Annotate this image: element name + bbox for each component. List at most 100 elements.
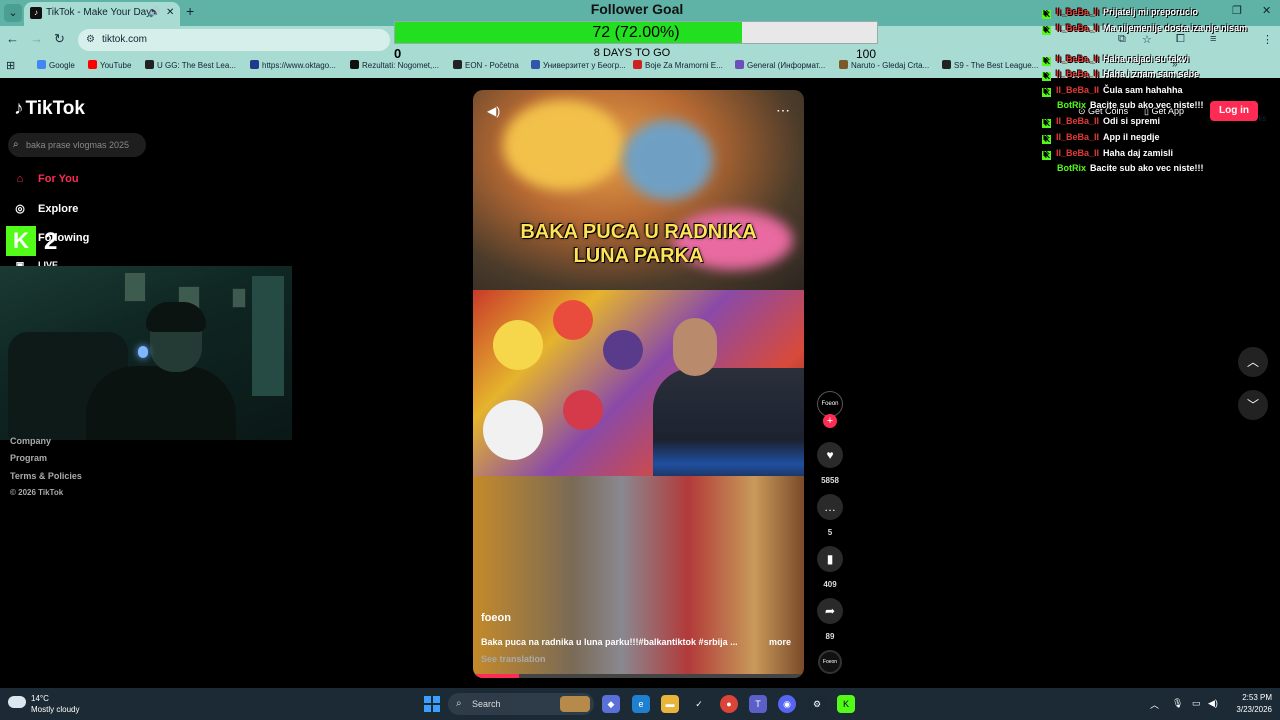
- footer-program[interactable]: Program: [10, 453, 47, 463]
- nav-explore[interactable]: ◎ Explore: [12, 202, 78, 215]
- teams-icon[interactable]: T: [749, 695, 767, 713]
- forward-icon[interactable]: →: [30, 31, 43, 46]
- bookmark-favicon-icon: [37, 60, 46, 69]
- kick-badge-icon: K: [1042, 119, 1051, 128]
- chat-message: K II_BeBa_II App il negdje: [1042, 132, 1160, 144]
- bookmark-label: Rezultati: Nogomet,...: [362, 61, 439, 70]
- kick-app-icon[interactable]: K: [837, 695, 855, 713]
- browser-tab[interactable]: ♪ TikTok - Make Your Day 🔊 ✕: [24, 2, 180, 26]
- follower-goal-max: 100: [856, 47, 877, 61]
- blurred-plush: [623, 120, 713, 200]
- search-icon: ⌕: [456, 698, 462, 709]
- man-head: [673, 318, 717, 376]
- footer-company[interactable]: Company: [10, 436, 51, 446]
- kick-overlay-number: 2: [44, 228, 58, 255]
- restore-window-icon[interactable]: ❐: [1232, 4, 1242, 17]
- footer-terms[interactable]: Terms & Policies: [10, 471, 82, 481]
- previous-video-button[interactable]: ︿: [1238, 347, 1268, 377]
- bookmark-favicon-icon: [942, 60, 951, 69]
- copilot-icon[interactable]: ◆: [602, 695, 620, 713]
- next-video-button[interactable]: ﹀: [1238, 390, 1268, 420]
- windows-taskbar: 14°C Mostly cloudy ⌕ Search ◆ e ▬ ✓ ● T …: [0, 688, 1280, 720]
- bookmark-label: https://www.oktago...: [262, 61, 336, 70]
- taskbar-search[interactable]: ⌕ Search: [448, 693, 594, 715]
- tray-chevron-icon[interactable]: ︿: [1150, 698, 1159, 711]
- bookmark-item[interactable]: Google: [37, 60, 75, 70]
- description-more-link[interactable]: more: [769, 637, 791, 647]
- bookmark-item[interactable]: Naruto - Gledaj Crta...: [839, 60, 929, 70]
- login-button[interactable]: Log in: [1210, 101, 1258, 121]
- start-button[interactable]: [424, 696, 440, 712]
- tab-search-button[interactable]: ⌄: [4, 4, 22, 22]
- new-tab-button[interactable]: +: [186, 3, 194, 19]
- search-input[interactable]: ⌕ baka prase vlogmas 2025: [8, 133, 146, 157]
- windows-logo-icon: [424, 705, 431, 712]
- bookmark-item[interactable]: S9 - The Best League...: [942, 60, 1038, 70]
- site-info-icon[interactable]: ⚙: [86, 29, 95, 51]
- address-bar[interactable]: ⚙ tiktok.com: [78, 29, 390, 51]
- chat-text: Ma nijemenije dosta iza nje nisam: [1103, 23, 1248, 33]
- close-window-icon[interactable]: ✕: [1262, 4, 1271, 17]
- save-button[interactable]: ▮: [817, 546, 843, 572]
- tiktok-logo-text: TikTok: [25, 98, 85, 119]
- sound-disc[interactable]: Foeon: [818, 650, 842, 674]
- video-frame-bottom: [473, 476, 804, 678]
- chat-message: K II_BeBa_II Haha najaci su takvi: [1042, 54, 1189, 66]
- audio-icon[interactable]: 🔊: [148, 2, 160, 24]
- comment-button[interactable]: …: [817, 494, 843, 520]
- menu-icon[interactable]: ⋮: [1262, 33, 1273, 46]
- microphone-icon[interactable]: 🎙: [1172, 698, 1183, 709]
- windows-logo-icon: [433, 705, 440, 712]
- video-progress-bar[interactable]: [473, 674, 804, 678]
- reload-icon[interactable]: ↻: [54, 31, 65, 47]
- store-icon[interactable]: ✓: [690, 695, 708, 713]
- chat-username: II_BeBa_II: [1056, 23, 1100, 33]
- tab-close-icon[interactable]: ✕: [166, 2, 174, 24]
- bookmark-item[interactable]: https://www.oktago...: [250, 60, 336, 70]
- steam-icon[interactable]: ⚙: [808, 695, 826, 713]
- compass-icon: ◎: [15, 203, 25, 215]
- bookmark-item[interactable]: EON - Početna: [453, 60, 519, 70]
- volume-icon[interactable]: ◀): [487, 104, 500, 118]
- bookmark-item[interactable]: Rezultati: Nogomet,...: [350, 60, 439, 70]
- bookmark-item[interactable]: General (Информат...: [735, 60, 825, 70]
- back-icon[interactable]: ←: [6, 31, 19, 46]
- chat-text: Čula sam hahahha: [1103, 85, 1183, 95]
- display-icon[interactable]: ▭: [1192, 698, 1201, 709]
- bookmark-favicon-icon: [145, 60, 154, 69]
- weather-temp[interactable]: 14°C: [31, 694, 49, 703]
- apps-grid-icon[interactable]: ⊞: [6, 59, 15, 72]
- share-count: 89: [825, 632, 835, 641]
- plush-toy: [553, 300, 593, 340]
- bookmark-label: Универзитет у Беогр...: [543, 61, 626, 70]
- volume-tray-icon[interactable]: ◀): [1208, 698, 1218, 709]
- cloud-icon[interactable]: [8, 696, 26, 708]
- bookmark-item[interactable]: Универзитет у Беогр...: [531, 60, 626, 70]
- plush-toy: [563, 390, 603, 430]
- bookmark-favicon-icon: [531, 60, 540, 69]
- clock-time[interactable]: 2:53 PM: [1226, 693, 1272, 702]
- file-explorer-icon[interactable]: ▬: [661, 695, 679, 713]
- nav-for-you[interactable]: ⌂ For You: [12, 173, 79, 185]
- kick-badge-icon: K: [1042, 10, 1051, 19]
- bookmark-item[interactable]: YouTube: [88, 60, 131, 70]
- edge-icon[interactable]: e: [632, 695, 650, 713]
- more-options-icon[interactable]: ⋯: [776, 102, 790, 119]
- chrome-icon[interactable]: ●: [720, 695, 738, 713]
- follow-plus-button[interactable]: +: [823, 414, 837, 428]
- video-player[interactable]: BAKA PUCA U RADNIKA LUNA PARKA ◀) ⋯ foeo…: [473, 90, 804, 678]
- weather-desc[interactable]: Mostly cloudy: [31, 705, 79, 714]
- chat-text: Prijatelj mi preporucio: [1103, 7, 1199, 17]
- like-button[interactable]: ♥: [817, 442, 843, 468]
- video-caption-line2: LUNA PARKA: [573, 245, 704, 267]
- discord-icon[interactable]: ◉: [778, 695, 796, 713]
- tiktok-favicon-icon: ♪: [30, 7, 42, 19]
- bookmark-item[interactable]: U GG: The Best Lea...: [145, 60, 236, 70]
- share-button[interactable]: ➦: [817, 598, 843, 624]
- clock-date[interactable]: 3/23/2026: [1226, 705, 1272, 714]
- see-translation-link[interactable]: See translation: [481, 654, 546, 664]
- tiktok-logo[interactable]: ♪ TikTok: [14, 98, 85, 120]
- video-author[interactable]: foeon: [481, 612, 511, 624]
- bookmark-label: YouTube: [100, 61, 132, 70]
- bookmark-item[interactable]: Boje Za Mramorni E...: [633, 60, 723, 70]
